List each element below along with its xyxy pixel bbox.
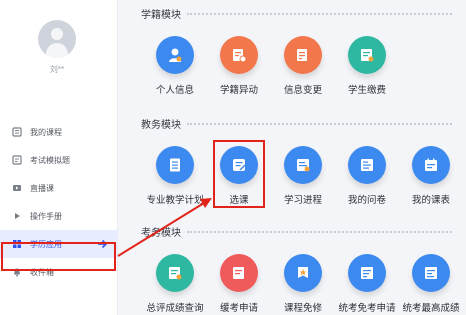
tile-label: 专业教学计划 (146, 195, 204, 206)
book-icon (12, 127, 22, 137)
tile-status-change[interactable]: 学籍异动 (207, 36, 271, 96)
top-score-icon (412, 254, 450, 292)
tile-timetable[interactable]: 我的课表 (399, 146, 463, 206)
tile-info-change[interactable]: 信息变更 (271, 36, 335, 96)
exam-icon (12, 155, 22, 165)
tile-label: 我的课表 (411, 195, 450, 206)
tile-label: 学习进程 (283, 195, 322, 206)
tile-label: 课程免修 (283, 303, 322, 314)
tile-label: 个人信息 (155, 85, 194, 96)
tile-course-exempt[interactable]: 课程免修 (271, 254, 335, 314)
payment-icon (348, 36, 386, 74)
section-title-text: 考务模块 (141, 228, 181, 239)
section-title-teaching: 教务模块 (141, 116, 452, 131)
tile-label: 统考最高成绩 (402, 303, 460, 314)
sidebar-item-mock-exam[interactable]: 考试模拟题 (0, 146, 118, 174)
tile-teaching-plan[interactable]: 专业教学计划 (143, 146, 207, 206)
section-title-text: 学籍模块 (141, 10, 181, 21)
tile-top-score[interactable]: 统考最高成绩 (399, 254, 463, 314)
tile-score-query[interactable]: 总评成绩查询 (143, 254, 207, 314)
tile-payment[interactable]: 学生缴费 (335, 36, 399, 96)
sidebar-item-my-courses[interactable]: 我的课程 (0, 118, 118, 146)
highlight-box-sidebar (1, 242, 116, 271)
avatar[interactable] (38, 20, 76, 58)
plan-icon (156, 146, 194, 184)
student-status-change-icon (220, 36, 258, 74)
questionnaire-icon (348, 146, 386, 184)
sidebar-item-manual[interactable]: 操作手册 (0, 202, 118, 230)
section-title-exam: 考务模块 (141, 224, 452, 239)
section-title-text: 教务模块 (141, 120, 181, 131)
section-title-student-status: 学籍模块 (141, 6, 452, 21)
sidebar-item-label: 直播课 (30, 183, 54, 193)
tile-label: 我的问卷 (347, 195, 386, 206)
tile-learning-progress[interactable]: 学习进程 (271, 146, 335, 206)
sidebar-item-label: 操作手册 (30, 211, 62, 221)
sidebar-item-label: 我的课程 (30, 127, 62, 137)
info-change-icon (284, 36, 322, 74)
tile-exam-exempt[interactable]: 统考免考申请 (335, 254, 399, 314)
tile-label: 学生缴费 (347, 85, 386, 96)
timetable-icon (412, 146, 450, 184)
live-icon (12, 183, 22, 193)
tile-label: 总评成绩查询 (146, 303, 204, 314)
tile-label: 缓考申请 (219, 303, 258, 314)
tile-personal-info[interactable]: 个人信息 (143, 36, 207, 96)
tile-label: 学籍异动 (219, 85, 258, 96)
sidebar-item-live[interactable]: 直播课 (0, 174, 118, 202)
tile-questionnaire[interactable]: 我的问卷 (335, 146, 399, 206)
username: 刘** (49, 65, 65, 74)
tile-defer-exam[interactable]: 缓考申请 (207, 254, 271, 314)
course-exempt-icon (284, 254, 322, 292)
exam-exempt-icon (348, 254, 386, 292)
main-content: 学籍模块 个人信息 学籍异动 信息变更 学生缴费 教务模块 专业教学计划 选课 … (119, 0, 466, 315)
score-query-icon (156, 254, 194, 292)
tile-label: 信息变更 (283, 85, 322, 96)
progress-icon (284, 146, 322, 184)
manual-icon (12, 211, 22, 221)
tile-label: 统考免考申请 (338, 303, 396, 314)
sidebar-item-label: 考试模拟题 (30, 155, 70, 165)
user-icon (156, 36, 194, 74)
defer-exam-icon (220, 254, 258, 292)
highlight-box-course-select (213, 140, 265, 208)
